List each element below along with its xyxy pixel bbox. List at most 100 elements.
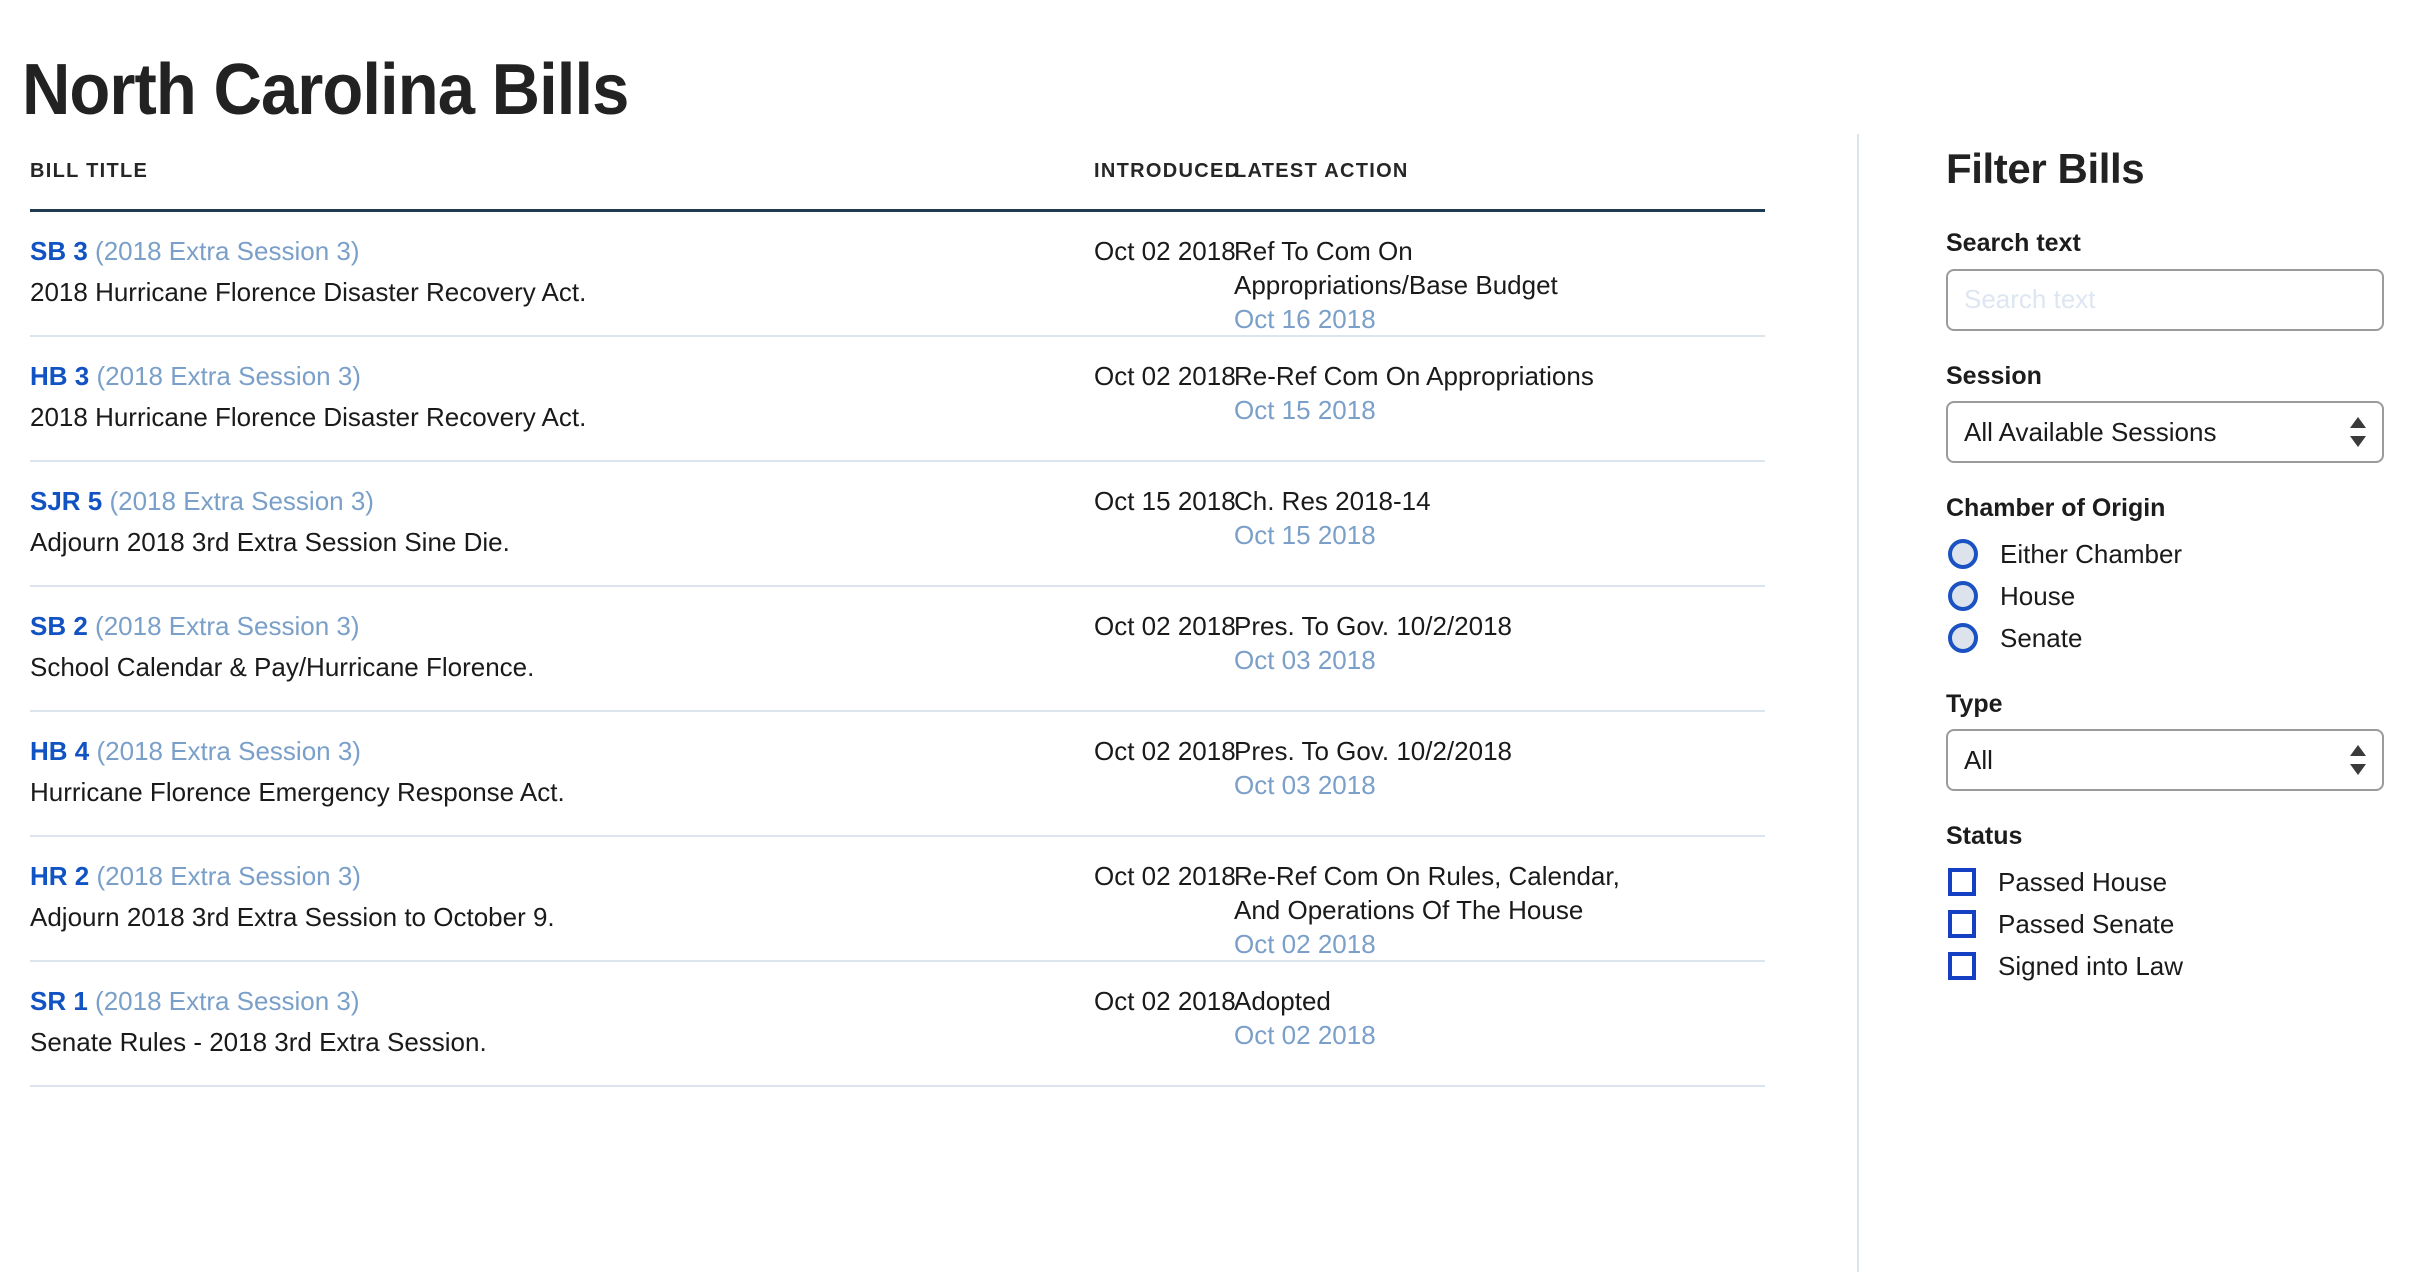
bill-session-label: (2018 Extra Session 3)	[95, 611, 360, 641]
search-input[interactable]	[1946, 268, 2384, 331]
column-header-introduced: INTRODUCED	[1094, 160, 1241, 182]
bill-description: School Calendar & Pay/Hurricane Florence…	[30, 652, 535, 682]
bill-description: Senate Rules - 2018 3rd Extra Session.	[30, 1027, 487, 1057]
chamber-radio-label: Either Chamber	[2000, 539, 2183, 569]
main-content: North Carolina Bills BILL TITLE INTRODUC…	[0, 0, 1858, 1272]
bill-link[interactable]: SJR 5	[30, 486, 102, 516]
radio-icon[interactable]	[1948, 539, 1978, 569]
latest-action-date-link[interactable]: Oct 16 2018	[1234, 302, 1654, 336]
latest-action-date-link[interactable]: Oct 02 2018	[1234, 927, 1654, 961]
bill-link[interactable]: SB 2	[30, 611, 88, 641]
status-checkbox-option[interactable]: Passed House	[1946, 862, 2422, 903]
column-header-bill-title: BILL TITLE	[30, 160, 149, 182]
table-row: HB 4 (2018 Extra Session 3) Hurricane Flo…	[30, 712, 1765, 837]
cell-bill-title: SB 3 (2018 Extra Session 3) 2018 Hurrican…	[30, 234, 1070, 309]
filter-sidebar: Filter Bills Search text Session All Ava…	[1858, 0, 2422, 1272]
bill-identifier-line: SR 1 (2018 Extra Session 3)	[30, 984, 1070, 1018]
filter-panel-title: Filter Bills	[1946, 145, 2145, 192]
cell-latest-action: Pres. To Gov. 10/2/2018 Oct 03 2018	[1234, 734, 1654, 802]
latest-action-text: Pres. To Gov. 10/2/2018	[1234, 611, 1512, 641]
status-checkbox-option[interactable]: Signed into Law	[1946, 946, 2422, 987]
radio-icon[interactable]	[1948, 623, 1978, 653]
chamber-radio-option[interactable]: Either Chamber	[1946, 534, 2422, 575]
table-row: HB 3 (2018 Extra Session 3) 2018 Hurrican…	[30, 337, 1765, 462]
bill-identifier-line: SJR 5 (2018 Extra Session 3)	[30, 484, 1070, 518]
cell-bill-title: HR 2 (2018 Extra Session 3) Adjourn 2018 …	[30, 859, 1070, 934]
bill-link[interactable]: HB 3	[30, 361, 89, 391]
bill-link[interactable]: SR 1	[30, 986, 88, 1016]
cell-introduced-date: Oct 02 2018	[1094, 861, 1236, 891]
checkbox-icon[interactable]	[1948, 868, 1976, 896]
bill-session-label: (2018 Extra Session 3)	[96, 361, 361, 391]
session-label: Session	[1946, 361, 2042, 390]
bill-identifier-line: HR 2 (2018 Extra Session 3)	[30, 859, 1070, 893]
table-header-row: BILL TITLE INTRODUCED LATEST ACTION	[30, 148, 1765, 212]
bill-description: Adjourn 2018 3rd Extra Session to Octobe…	[30, 902, 555, 932]
table-row: SB 3 (2018 Extra Session 3) 2018 Hurrican…	[30, 212, 1765, 337]
page-title: North Carolina Bills	[22, 50, 629, 131]
latest-action-text: Ref To Com On	[1234, 236, 1413, 266]
bill-link[interactable]: HR 2	[30, 861, 89, 891]
bill-description: Adjourn 2018 3rd Extra Session Sine Die.	[30, 527, 510, 557]
latest-action-text: Ch. Res 2018-14	[1234, 486, 1431, 516]
bill-identifier-line: HB 3 (2018 Extra Session 3)	[30, 359, 1070, 393]
bill-identifier-line: SB 3 (2018 Extra Session 3)	[30, 234, 1070, 268]
cell-latest-action: Ch. Res 2018-14 Oct 15 2018	[1234, 484, 1654, 552]
checkbox-icon[interactable]	[1948, 952, 1976, 980]
bill-session-label: (2018 Extra Session 3)	[95, 986, 360, 1016]
table-body: SB 3 (2018 Extra Session 3) 2018 Hurrican…	[30, 212, 1765, 1087]
cell-bill-title: HB 4 (2018 Extra Session 3) Hurricane Flo…	[30, 734, 1070, 809]
status-checkbox-list: Passed House Passed Senate Signed into Law	[1946, 862, 2422, 987]
latest-action-date-link[interactable]: Oct 15 2018	[1234, 393, 1654, 427]
bill-session-label: (2018 Extra Session 3)	[96, 861, 361, 891]
status-checkbox-label: Passed House	[1998, 867, 2168, 897]
type-select[interactable]: All	[1946, 729, 2384, 791]
bill-session-label: (2018 Extra Session 3)	[109, 486, 374, 516]
cell-bill-title: SR 1 (2018 Extra Session 3) Senate Rules …	[30, 984, 1070, 1059]
cell-latest-action: Ref To Com On Appropriations/Base Budget O…	[1234, 234, 1654, 336]
latest-action-text: Re-Ref Com On Rules, Calendar,	[1234, 861, 1620, 891]
bill-description: 2018 Hurricane Florence Disaster Recover…	[30, 277, 587, 307]
bill-identifier-line: SB 2 (2018 Extra Session 3)	[30, 609, 1070, 643]
latest-action-date-link[interactable]: Oct 03 2018	[1234, 768, 1654, 802]
chamber-radio-option[interactable]: Senate	[1946, 618, 2422, 659]
session-select-value[interactable]: All Available Sessions	[1946, 401, 2384, 463]
chamber-radio-label: Senate	[2000, 623, 2083, 653]
latest-action-date-link[interactable]: Oct 15 2018	[1234, 518, 1654, 552]
chamber-radio-list: Either Chamber House Senate	[1946, 534, 2422, 659]
type-select-value[interactable]: All	[1946, 729, 2384, 791]
bills-table: BILL TITLE INTRODUCED LATEST ACTION SB 3…	[30, 148, 1765, 1087]
bill-description: Hurricane Florence Emergency Response Ac…	[30, 777, 565, 807]
bill-identifier-line: HB 4 (2018 Extra Session 3)	[30, 734, 1070, 768]
cell-bill-title: SB 2 (2018 Extra Session 3) School Calend…	[30, 609, 1070, 684]
latest-action-date-link[interactable]: Oct 03 2018	[1234, 643, 1654, 677]
session-select[interactable]: All Available Sessions	[1946, 401, 2384, 463]
type-label: Type	[1946, 689, 2003, 718]
type-group: Type All	[1946, 689, 2422, 791]
status-checkbox-option[interactable]: Passed Senate	[1946, 904, 2422, 945]
latest-action-date-link[interactable]: Oct 02 2018	[1234, 1018, 1654, 1052]
latest-action-text: And Operations Of The House	[1234, 895, 1584, 925]
bill-session-label: (2018 Extra Session 3)	[96, 736, 361, 766]
cell-latest-action: Re-Ref Com On Appropriations Oct 15 2018	[1234, 359, 1654, 427]
search-text-group: Search text	[1946, 229, 2422, 331]
cell-latest-action: Pres. To Gov. 10/2/2018 Oct 03 2018	[1234, 609, 1654, 677]
chamber-radio-label: House	[2000, 581, 2076, 611]
column-header-latest-action: LATEST ACTION	[1234, 160, 1409, 182]
cell-introduced-date: Oct 15 2018	[1094, 486, 1236, 516]
cell-latest-action: Re-Ref Com On Rules, Calendar, And Operat…	[1234, 859, 1654, 961]
bill-link[interactable]: HB 4	[30, 736, 89, 766]
latest-action-text: Appropriations/Base Budget	[1234, 270, 1558, 300]
cell-introduced-date: Oct 02 2018	[1094, 986, 1236, 1016]
radio-icon[interactable]	[1948, 581, 1978, 611]
bill-description: 2018 Hurricane Florence Disaster Recover…	[30, 402, 587, 432]
chamber-radio-option[interactable]: House	[1946, 576, 2422, 617]
latest-action-text: Adopted	[1234, 986, 1331, 1016]
checkbox-icon[interactable]	[1948, 910, 1976, 938]
table-row: SJR 5 (2018 Extra Session 3) Adjourn 2018…	[30, 462, 1765, 587]
search-text-label: Search text	[1946, 229, 2081, 257]
bill-link[interactable]: SB 3	[30, 236, 88, 266]
cell-introduced-date: Oct 02 2018	[1094, 736, 1236, 766]
chamber-of-origin-group: Chamber of Origin Either Chamber House Sen…	[1946, 494, 2422, 659]
bills-page: North Carolina Bills BILL TITLE INTRODUC…	[0, 0, 2422, 1272]
